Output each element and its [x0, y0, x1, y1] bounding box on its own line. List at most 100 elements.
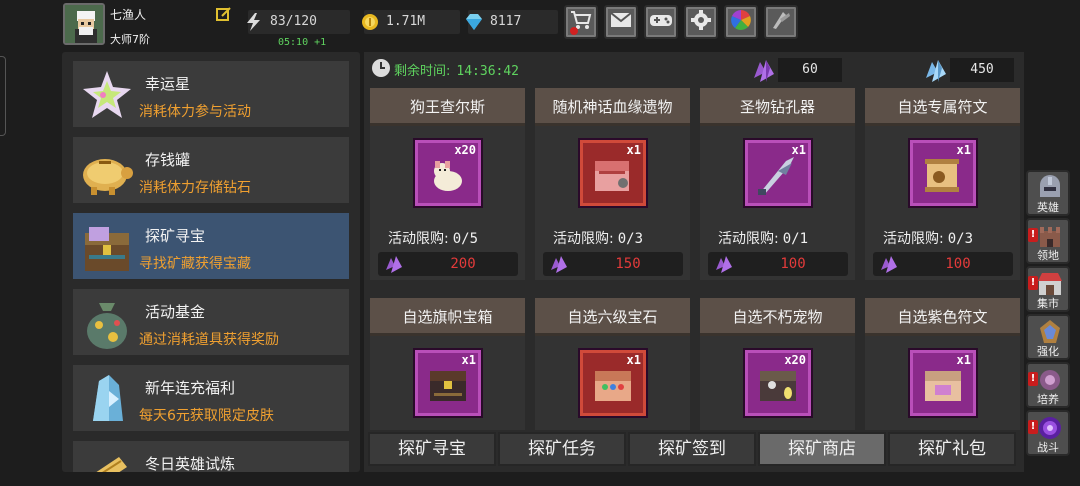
- limit-label: 活动限购:: [388, 231, 449, 247]
- purchase-limit: 活动限购: 0/3: [883, 228, 973, 248]
- crystal-button[interactable]: [764, 5, 798, 39]
- activity-title: 活动基金: [145, 303, 206, 321]
- remaining-time-label: 剩余时间:: [394, 64, 451, 79]
- shop-item-card[interactable]: 自选六级宝石 x1: [535, 298, 690, 430]
- nav-label: 领地: [1037, 249, 1059, 262]
- blue-crystal-icon: [922, 56, 952, 84]
- purple-crystal-icon: [549, 254, 571, 274]
- gamepad-button[interactable]: [644, 5, 678, 39]
- mail-button[interactable]: [604, 5, 638, 39]
- settings-button[interactable]: [684, 5, 718, 39]
- avatar[interactable]: [63, 3, 105, 45]
- player-rank: 大师7阶: [110, 33, 150, 46]
- activity-desc: 通过消耗道具获得奖励: [139, 332, 279, 348]
- nav-enhance[interactable]: 强化: [1026, 314, 1070, 360]
- nav-battle[interactable]: ! 战斗: [1026, 410, 1070, 456]
- purchase-limit: 活动限购: 0/3: [553, 228, 643, 248]
- nav-label: 培养: [1037, 393, 1059, 406]
- energy-timer: 05:10 +1: [278, 37, 327, 48]
- activity-item-winter-trial[interactable]: 冬日英雄试炼: [72, 440, 350, 472]
- shop-item-name: 圣物钻孔器: [700, 88, 855, 126]
- activity-desc: 每天6元获取限定皮肤: [139, 408, 274, 424]
- blue-crystal-value: 450: [950, 58, 1014, 82]
- nav-label: 集市: [1037, 297, 1059, 310]
- shop-item-card[interactable]: 自选专属符文 x1 活动限购: 0/3 100: [865, 88, 1020, 280]
- alert-badge: [570, 27, 578, 35]
- player-name: 七渔人: [110, 8, 147, 22]
- purchase-limit: 活动限购: 0/5: [388, 228, 478, 248]
- shop-item-name: 随机神话血缘遗物: [535, 88, 690, 126]
- gold-value: 1.71M: [386, 14, 426, 29]
- tab-mining-tasks[interactable]: 探矿任务: [498, 432, 626, 466]
- price-value: 200: [450, 256, 476, 272]
- buy-button[interactable]: 150: [543, 252, 683, 276]
- shop-item-card[interactable]: 狗王查尔斯 x20 活动限购: 0/5 200: [370, 88, 525, 280]
- side-drawer-handle[interactable]: [0, 56, 6, 136]
- relic-chest-icon: [591, 153, 635, 197]
- activity-item-new-year[interactable]: 新年连充福利 每天6元获取限定皮肤: [72, 364, 350, 432]
- limit-label: 活动限购:: [553, 231, 614, 247]
- shop-item-card[interactable]: 随机神话血缘遗物 x1 活动限购: 0/3 150: [535, 88, 690, 280]
- lucky-star-icon: [79, 67, 135, 123]
- tab-mining-checkin[interactable]: 探矿签到: [628, 432, 756, 466]
- nav-train[interactable]: ! 培养: [1026, 362, 1070, 408]
- activity-item-fund[interactable]: 活动基金 通过消耗道具获得奖励: [72, 288, 350, 356]
- blue-crystal-counter: 450: [922, 56, 1014, 84]
- dog-pet-icon: [426, 153, 470, 197]
- energy-counter: 83/120: [247, 10, 350, 34]
- banner-chest-icon: [426, 363, 470, 407]
- price-value: 150: [615, 256, 641, 272]
- helmet-icon: [1036, 175, 1064, 201]
- diamond-value: 8117: [490, 14, 522, 29]
- activity-item-mining-treasure[interactable]: 探矿寻宝 寻找矿藏获得宝藏: [72, 212, 350, 280]
- diamond-icon: [464, 13, 484, 31]
- limit-value: 0/3: [947, 231, 974, 247]
- gold-counter: 1.71M: [362, 10, 460, 34]
- limit-value: 0/3: [617, 231, 644, 247]
- nav-market[interactable]: ! 集市: [1026, 266, 1070, 312]
- color-wheel-button[interactable]: [724, 5, 758, 39]
- shop-item-frame: x1: [910, 350, 976, 416]
- purple-crystal-counter: 60: [750, 56, 842, 82]
- nav-territory[interactable]: ! 领地: [1026, 218, 1070, 264]
- limit-label: 活动限购:: [718, 231, 779, 247]
- game-screen: { "player": { "name": "七渔人", "rank": "大师…: [0, 0, 1080, 486]
- alert-badge: !: [1028, 228, 1038, 242]
- buy-button[interactable]: 100: [873, 252, 1013, 276]
- activity-desc: 消耗体力参与活动: [139, 104, 251, 120]
- limit-value: 0/1: [782, 231, 809, 247]
- lightning-icon: [244, 13, 264, 31]
- treasure-chest-icon: [79, 219, 135, 275]
- shop-item-card[interactable]: 自选旗帜宝箱 x1: [370, 298, 525, 430]
- gem-chest-icon: [591, 363, 635, 407]
- activity-item-lucky-star[interactable]: 幸运星 消耗体力参与活动: [72, 60, 350, 128]
- remaining-time: 剩余时间: 14:36:42: [394, 60, 519, 79]
- shop-item-frame: x1: [580, 140, 646, 206]
- shop-item-card[interactable]: 圣物钻孔器 x1 活动限购: 0/1 100: [700, 88, 855, 280]
- tab-mining-pack[interactable]: 探矿礼包: [888, 432, 1016, 466]
- rune-scroll-icon: [921, 153, 965, 197]
- buy-button[interactable]: 100: [708, 252, 848, 276]
- shop-item-card[interactable]: 自选紫色符文 x1: [865, 298, 1020, 430]
- shop-item-name: 自选不朽宠物: [700, 298, 855, 336]
- activity-item-piggy-bank[interactable]: 存钱罐 消耗体力存储钻石: [72, 136, 350, 204]
- edit-name-icon[interactable]: [216, 6, 232, 22]
- purple-crystal-icon: [714, 254, 736, 274]
- tab-mining-shop[interactable]: 探矿商店: [758, 432, 886, 466]
- market-icon: [1036, 271, 1064, 297]
- shop-item-name: 自选紫色符文: [865, 298, 1020, 336]
- money-bag-icon: [79, 295, 135, 351]
- activity-list: 幸运星 消耗体力参与活动 存钱罐 消耗体力存储钻石 探矿寻宝 寻找矿藏获得宝藏 …: [62, 52, 360, 472]
- shop-item-name: 自选专属符文: [865, 88, 1020, 126]
- piggy-bank-icon: [79, 143, 135, 199]
- activity-title: 幸运星: [145, 75, 191, 93]
- nav-hero[interactable]: 英雄: [1026, 170, 1070, 216]
- purchase-limit: 活动限购: 0/1: [718, 228, 808, 248]
- tab-mining-treasure[interactable]: 探矿寻宝: [368, 432, 496, 466]
- shop-item-card[interactable]: 自选不朽宠物 x20: [700, 298, 855, 430]
- limit-label: 活动限购:: [883, 231, 944, 247]
- portal-icon: [1036, 415, 1064, 441]
- shop-cart-button[interactable]: [564, 5, 598, 39]
- shop-item-frame: x20: [415, 140, 481, 206]
- buy-button[interactable]: 200: [378, 252, 518, 276]
